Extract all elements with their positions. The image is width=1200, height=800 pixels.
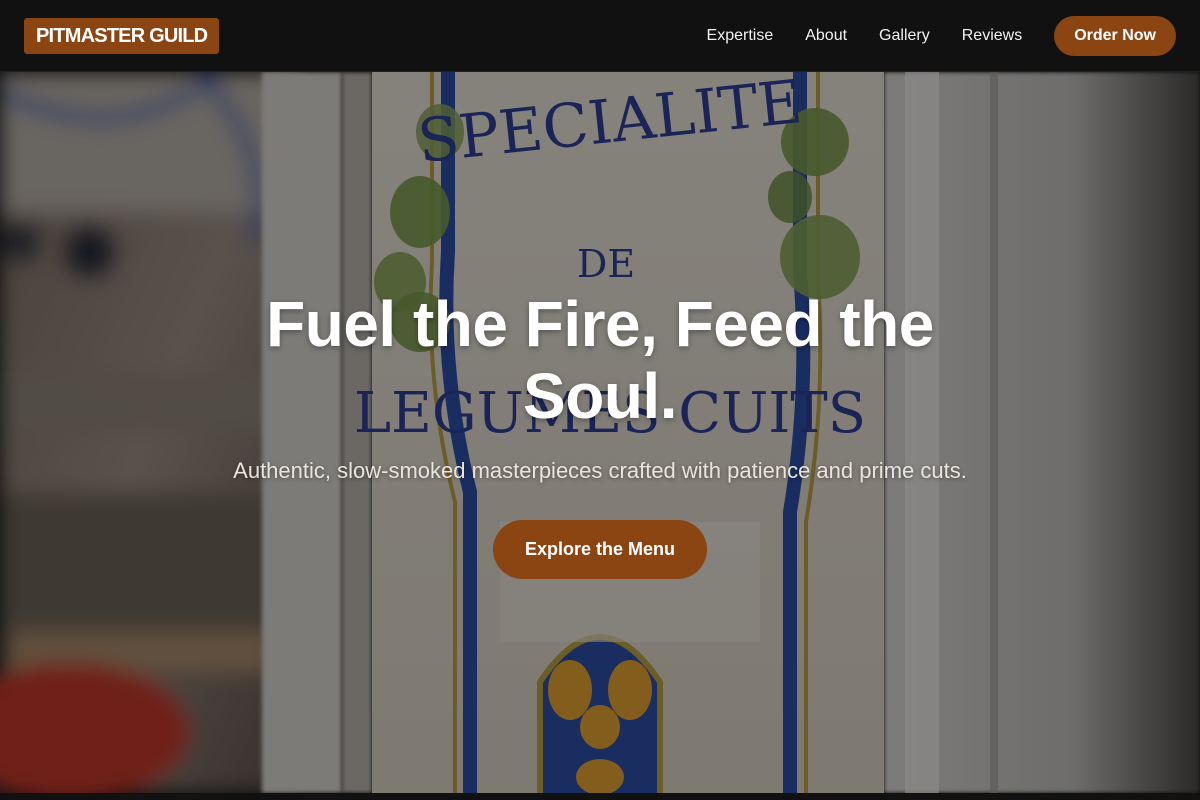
top-navbar: PITMASTER GUILD Expertise About Gallery … [0, 0, 1200, 72]
hero-headline: Fuel the Fire, Feed the Soul. [266, 288, 934, 432]
page-bottom-edge [0, 793, 1200, 800]
nav-link-gallery[interactable]: Gallery [879, 27, 930, 45]
nav-link-about[interactable]: About [805, 27, 847, 45]
brand-logo[interactable]: PITMASTER GUILD [24, 17, 220, 54]
nav-link-expertise[interactable]: Expertise [707, 27, 774, 45]
hero-content: Fuel the Fire, Feed the Soul. Authentic,… [0, 288, 1200, 579]
explore-menu-button[interactable]: Explore the Menu [493, 520, 707, 579]
nav-links: Expertise About Gallery Reviews [707, 27, 1023, 45]
order-now-button[interactable]: Order Now [1054, 15, 1176, 56]
nav-link-reviews[interactable]: Reviews [962, 27, 1022, 45]
hero-subheadline: Authentic, slow-smoked masterpieces craf… [233, 458, 967, 483]
hero-section: SPECIALITE DE LEGUMES CUITS Fuel the Fir… [0, 72, 1200, 793]
